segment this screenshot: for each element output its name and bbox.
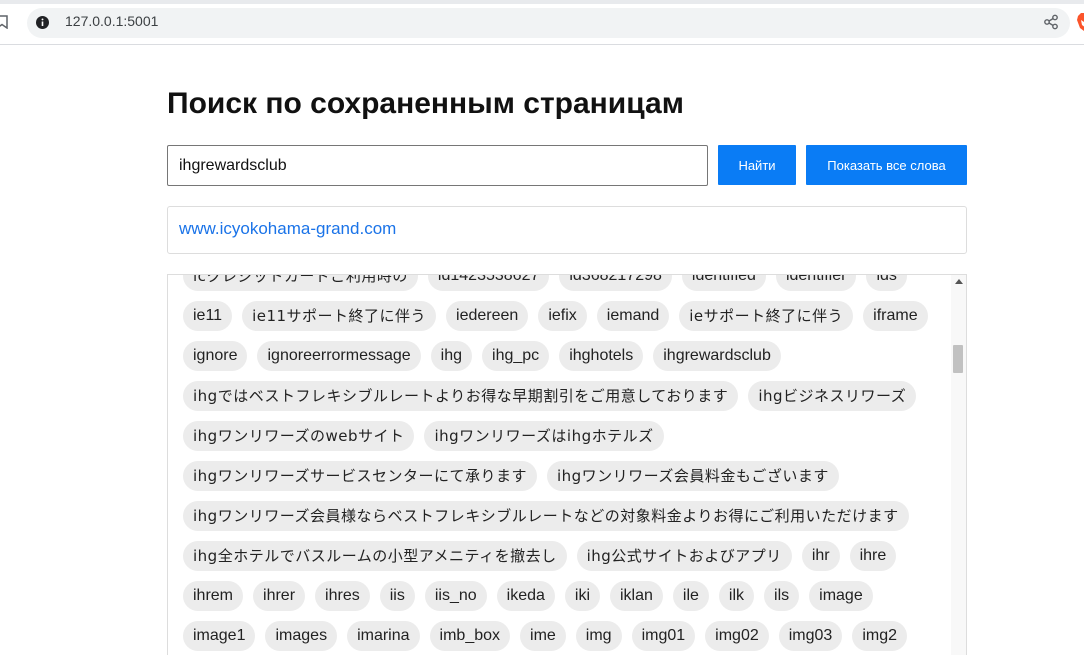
word-tag[interactable]: img02 — [705, 621, 769, 651]
page-title: Поиск по сохраненным страницам — [167, 87, 684, 120]
word-row: ie11 ie11サポート終了に伴う iedereen iefix iemand ieサポ… — [168, 296, 950, 336]
word-tag[interactable]: iki — [564, 581, 600, 611]
word-tag[interactable]: images — [265, 621, 338, 651]
share-icon[interactable] — [1043, 14, 1059, 30]
word-tag[interactable]: id368217298 — [559, 275, 672, 291]
word-tag[interactable]: iemand — [596, 301, 670, 331]
word-tag[interactable]: iklan — [610, 581, 663, 611]
word-tag[interactable]: ihr — [801, 541, 840, 571]
word-tag[interactable]: image — [809, 581, 873, 611]
word-tag[interactable]: image1 — [183, 621, 256, 651]
word-tag[interactable]: ihgワンリワーズはihgホテルズ — [424, 421, 664, 451]
url-text[interactable]: 127.0.0.1:5001 — [65, 13, 158, 29]
find-button[interactable]: Найти — [718, 145, 796, 185]
browser-toolbar: 127.0.0.1:5001 — [0, 0, 1084, 45]
word-tag[interactable]: ikeda — [496, 581, 555, 611]
word-row: ihgワンリワーズ会員様ならベストフレキシブルレートなどの対象料金よりお得にご利… — [168, 496, 950, 536]
scroll-up-arrow-icon[interactable] — [955, 279, 963, 284]
word-tag[interactable]: ihgではベストフレキシブルレートよりお得な早期割引をご用意しております — [183, 381, 739, 411]
word-tag[interactable]: identified — [681, 275, 766, 291]
word-tag[interactable]: iedereen — [446, 301, 529, 331]
info-icon[interactable] — [35, 15, 50, 30]
word-tag[interactable]: img03 — [778, 621, 843, 651]
word-tag[interactable]: ils — [764, 581, 800, 611]
word-tag[interactable]: icクレジットカードご利用時の — [183, 275, 418, 291]
word-tag[interactable]: ihg全ホテルでバスルームの小型アメニティを撤去し — [183, 541, 567, 571]
word-tag[interactable]: ihgワンリワーズ会員様ならベストフレキシブルレートなどの対象料金よりお得にご利… — [183, 501, 909, 531]
word-row: ihgワンリワーズのwebサイト ihgワンリワーズはihgホテルズ — [168, 416, 950, 456]
word-tag[interactable]: ihg公式サイトおよびアプリ — [576, 541, 792, 571]
word-tag[interactable]: ihres — [315, 581, 370, 611]
tab-strip-edge — [0, 0, 1084, 4]
words-list[interactable]: icクレジットカードご利用時の id1423538627 id368217298 id… — [167, 274, 967, 655]
word-tag[interactable]: ihre — [849, 541, 897, 571]
result-link[interactable]: www.icyokohama-grand.com — [179, 219, 396, 239]
word-row: ihgではベストフレキシブルレートよりお得な早期割引をご用意しております ihgビ… — [168, 376, 950, 416]
search-result: www.icyokohama-grand.com — [167, 206, 967, 254]
word-tag[interactable]: imb_box — [429, 621, 511, 651]
search-input[interactable] — [167, 145, 708, 186]
word-tag[interactable]: ile — [672, 581, 709, 611]
scrollbar-thumb[interactable] — [953, 345, 963, 373]
word-tag[interactable]: iefix — [538, 301, 587, 331]
word-tag[interactable]: ihgビジネスリワーズ — [748, 381, 917, 411]
word-tag[interactable]: iframe — [863, 301, 928, 331]
word-tag[interactable]: ilk — [718, 581, 755, 611]
word-tag[interactable]: ie11サポート終了に伴う — [242, 301, 437, 331]
word-tag[interactable]: ihgワンリワーズ会員料金もございます — [546, 461, 839, 491]
word-row: icクレジットカードご利用時の id1423538627 id368217298 id… — [168, 275, 950, 296]
word-tag[interactable]: ihgワンリワーズのwebサイト — [183, 421, 415, 451]
word-tag[interactable]: identifier — [775, 275, 857, 291]
word-tag[interactable]: ime — [520, 621, 566, 651]
word-tag[interactable]: ihrer — [253, 581, 306, 611]
bookmark-icon[interactable] — [0, 15, 8, 29]
word-tag[interactable]: img2 — [852, 621, 907, 651]
word-tag[interactable]: ihgワンリワーズサービスセンターにて承ります — [183, 461, 537, 491]
word-tag[interactable]: ihghotels — [559, 341, 644, 371]
address-bar[interactable] — [27, 8, 1070, 38]
word-tag[interactable]: ignoreerrormessage — [257, 341, 421, 371]
page-content: Поиск по сохраненным страницам Найти Пок… — [0, 45, 1084, 655]
word-tag[interactable]: ieサポート終了に伴う — [679, 301, 854, 331]
brave-lion-icon[interactable] — [1076, 12, 1084, 32]
show-all-words-button[interactable]: Показать все слова — [806, 145, 967, 185]
word-tag[interactable]: ihg_pc — [482, 341, 550, 371]
scrollbar[interactable] — [951, 275, 966, 655]
word-tag[interactable]: iis — [379, 581, 415, 611]
words-container: icクレジットカードご利用時の id1423538627 id368217298 id… — [168, 275, 950, 655]
word-tag[interactable]: ids — [866, 275, 907, 291]
word-row: ihgワンリワーズサービスセンターにて承ります ihgワンリワーズ会員料金もござい… — [168, 456, 950, 496]
word-tag[interactable]: ihrem — [183, 581, 244, 611]
word-row: ihrem ihrer ihres iis iis_no ikeda iki iklan ile… — [168, 576, 950, 616]
word-tag[interactable]: id1423538627 — [427, 275, 550, 291]
word-tag[interactable]: ihg — [430, 341, 473, 371]
word-tag[interactable]: iis_no — [424, 581, 487, 611]
word-row: image1 images imarina imb_box ime img img01 img… — [168, 616, 950, 655]
word-tag[interactable]: img01 — [631, 621, 696, 651]
word-row: ignore ignoreerrormessage ihg ihg_pc ihghote… — [168, 336, 950, 376]
word-tag[interactable]: imarina — [347, 621, 420, 651]
word-row: ihg全ホテルでバスルームの小型アメニティを撤去し ihg公式サイトおよびアプリ i… — [168, 536, 950, 576]
word-tag[interactable]: ignore — [183, 341, 248, 371]
word-tag[interactable]: ihgrewardsclub — [653, 341, 781, 371]
word-tag[interactable]: img — [575, 621, 622, 651]
word-tag[interactable]: ie11 — [183, 301, 233, 331]
